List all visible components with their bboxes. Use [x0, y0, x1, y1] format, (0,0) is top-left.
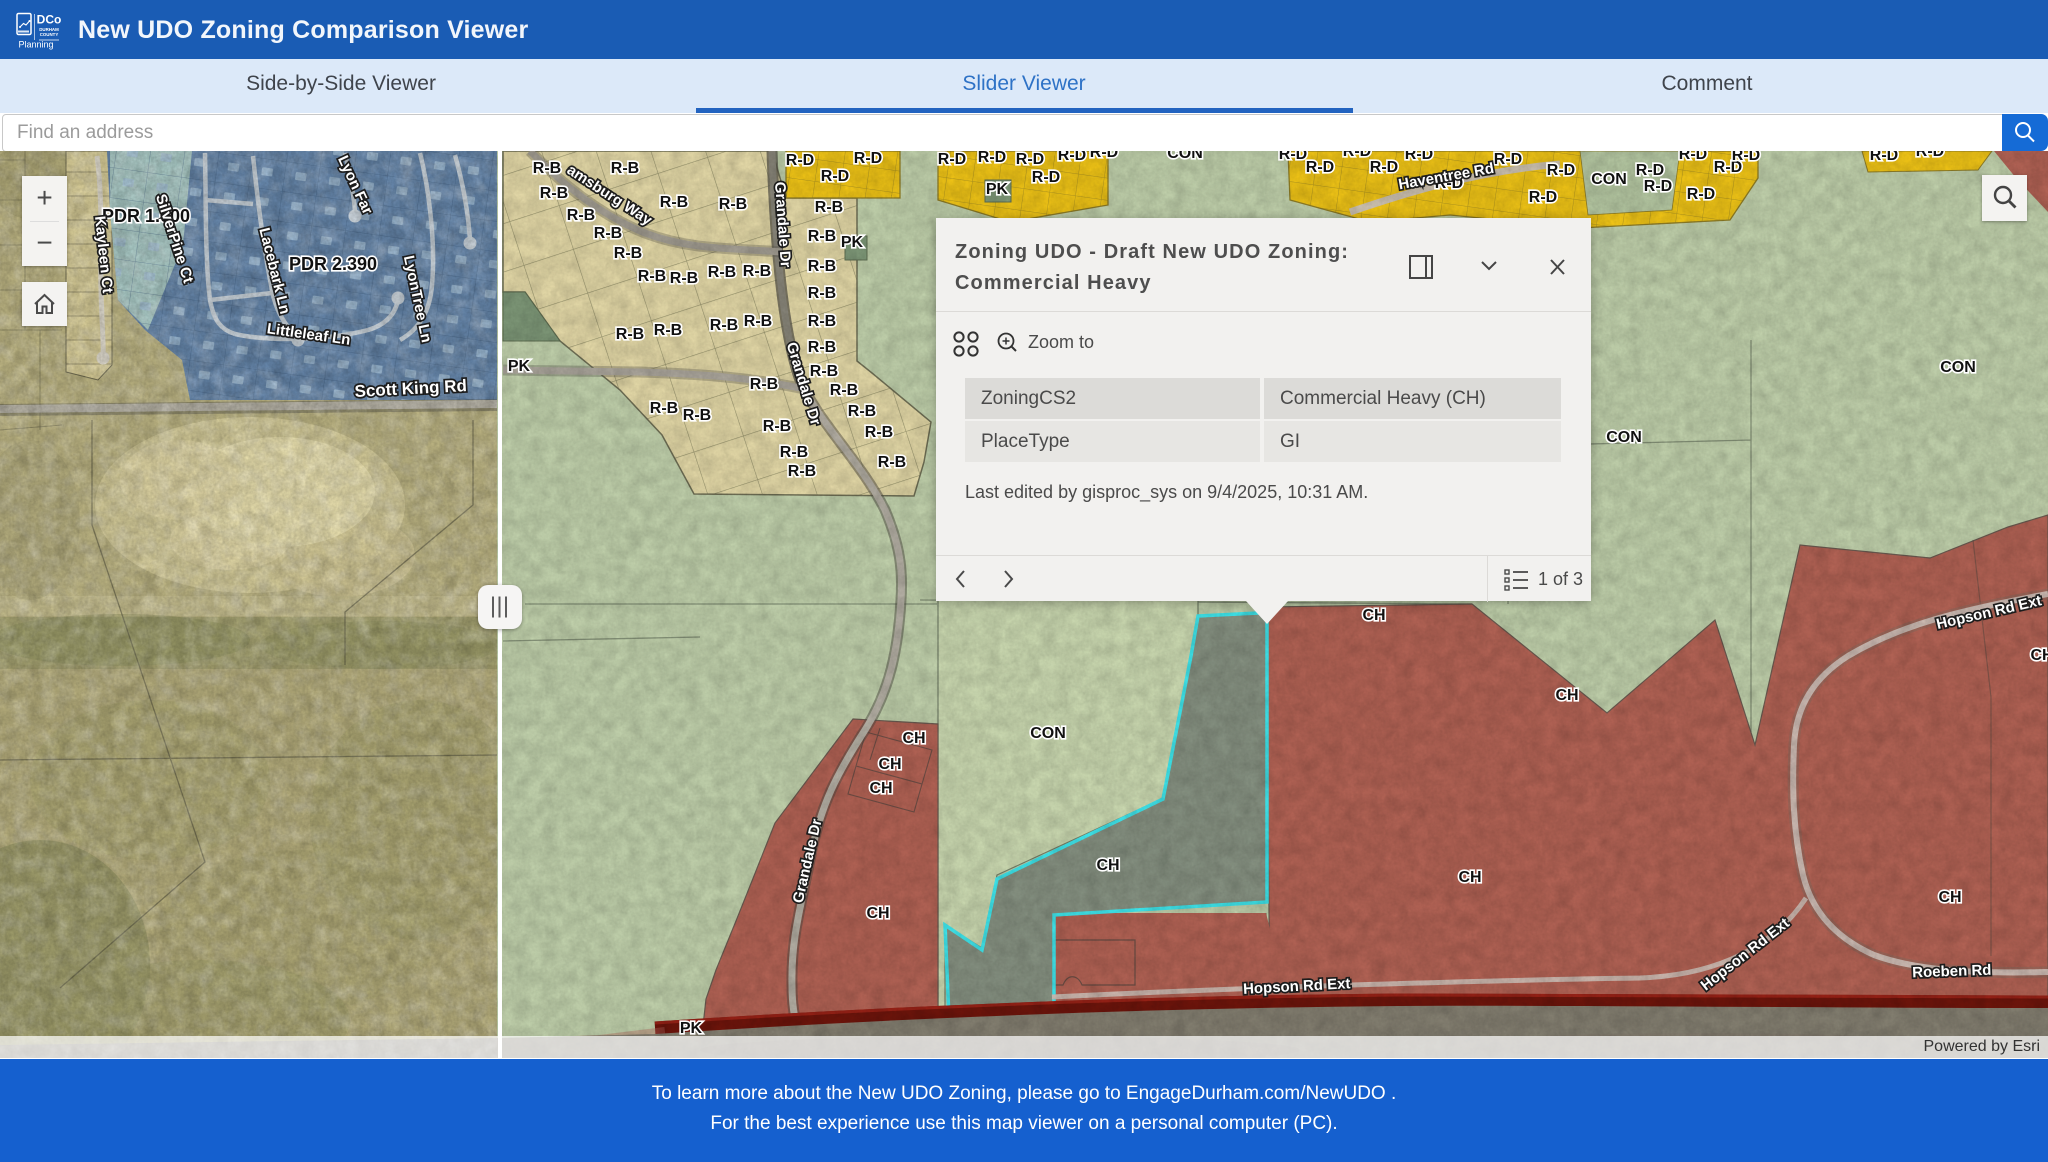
svg-text:CON: CON [1030, 725, 1066, 742]
svg-text:R-D: R-D [1306, 159, 1334, 176]
svg-text:R-B: R-B [660, 194, 688, 211]
svg-text:CON: CON [1591, 171, 1627, 188]
svg-text:R-B: R-B [808, 313, 836, 330]
svg-text:R-D: R-D [1279, 151, 1307, 163]
svg-text:R-B: R-B [567, 207, 595, 224]
svg-text:R-B: R-B [533, 160, 561, 177]
svg-text:R-D: R-D [1090, 151, 1118, 161]
svg-text:CON: CON [1167, 151, 1203, 162]
svg-text:R-D: R-D [1370, 159, 1398, 176]
svg-text:R-D: R-D [1343, 151, 1371, 160]
svg-text:CH: CH [866, 905, 889, 922]
svg-text:R-D: R-D [1644, 178, 1672, 195]
svg-text:R-B: R-B [788, 463, 816, 480]
svg-text:Planning: Planning [18, 40, 53, 50]
svg-text:CH: CH [1555, 687, 1578, 704]
svg-text:R-B: R-B [654, 322, 682, 339]
svg-text:R-D: R-D [1547, 162, 1575, 179]
svg-text:R-B: R-B [719, 196, 747, 213]
svg-text:R-B: R-B [614, 245, 642, 262]
svg-text:R-B: R-B [708, 264, 736, 281]
svg-text:R-D: R-D [821, 168, 849, 185]
svg-text:R-B: R-B [743, 263, 771, 280]
svg-text:R-B: R-B [540, 185, 568, 202]
svg-text:R-B: R-B [611, 160, 639, 177]
svg-text:R-D: R-D [1916, 151, 1944, 160]
svg-text:R-B: R-B [808, 258, 836, 275]
svg-text:R-B: R-B [808, 228, 836, 245]
svg-text:PK: PK [986, 181, 1009, 198]
svg-text:R-D: R-D [854, 151, 882, 167]
svg-text:CH: CH [1096, 857, 1119, 874]
svg-text:R-B: R-B [815, 199, 843, 216]
svg-text:R-B: R-B [750, 376, 778, 393]
svg-text:R-D: R-D [938, 151, 966, 168]
svg-text:R-B: R-B [638, 268, 666, 285]
svg-text:PK: PK [508, 358, 531, 375]
svg-text:R-B: R-B [763, 418, 791, 435]
svg-text:DCo: DCo [37, 13, 62, 27]
svg-text:R-B: R-B [878, 454, 906, 471]
svg-text:R-D: R-D [786, 152, 814, 169]
svg-text:CH: CH [1362, 607, 1385, 624]
svg-text:COUNTY: COUNTY [40, 32, 59, 37]
svg-text:CH: CH [869, 780, 892, 797]
svg-text:R-B: R-B [810, 363, 838, 380]
svg-text:R-B: R-B [683, 407, 711, 424]
svg-text:R-D: R-D [978, 151, 1006, 166]
svg-text:R-B: R-B [808, 339, 836, 356]
svg-text:R-B: R-B [744, 313, 772, 330]
svg-text:CON: CON [1606, 429, 1642, 446]
svg-text:CON: CON [1940, 359, 1976, 376]
svg-text:R-B: R-B [780, 444, 808, 461]
svg-text:PDR 2.390: PDR 2.390 [289, 254, 377, 274]
svg-text:R-D: R-D [1870, 151, 1898, 164]
svg-text:R-B: R-B [808, 285, 836, 302]
svg-text:PK: PK [841, 234, 864, 251]
svg-text:R-B: R-B [650, 400, 678, 417]
svg-text:Roeben Rd: Roeben Rd [1912, 962, 1992, 982]
svg-text:CH: CH [902, 730, 925, 747]
svg-text:R-D: R-D [1058, 151, 1086, 164]
svg-text:R-D: R-D [1732, 151, 1760, 164]
svg-text:R-D: R-D [1016, 151, 1044, 168]
svg-text:PK: PK [680, 1020, 703, 1037]
svg-text:R-B: R-B [710, 317, 738, 334]
svg-text:R-D: R-D [1687, 186, 1715, 203]
svg-text:R-B: R-B [616, 326, 644, 343]
svg-text:R-D: R-D [1679, 151, 1707, 163]
svg-text:CH: CH [2030, 647, 2048, 664]
svg-text:R-D: R-D [1529, 189, 1557, 206]
svg-text:R-D: R-D [1494, 151, 1522, 168]
svg-text:R-B: R-B [848, 403, 876, 420]
svg-text:R-D: R-D [1032, 169, 1060, 186]
svg-text:R-D: R-D [1636, 162, 1664, 179]
svg-text:R-D: R-D [1405, 151, 1433, 163]
svg-text:CH: CH [878, 756, 901, 773]
svg-text:R-B: R-B [594, 225, 622, 242]
svg-text:R-B: R-B [670, 270, 698, 287]
svg-text:CH: CH [1458, 869, 1481, 886]
svg-text:R-B: R-B [865, 424, 893, 441]
svg-text:CH: CH [1938, 889, 1961, 906]
svg-text:R-B: R-B [830, 382, 858, 399]
